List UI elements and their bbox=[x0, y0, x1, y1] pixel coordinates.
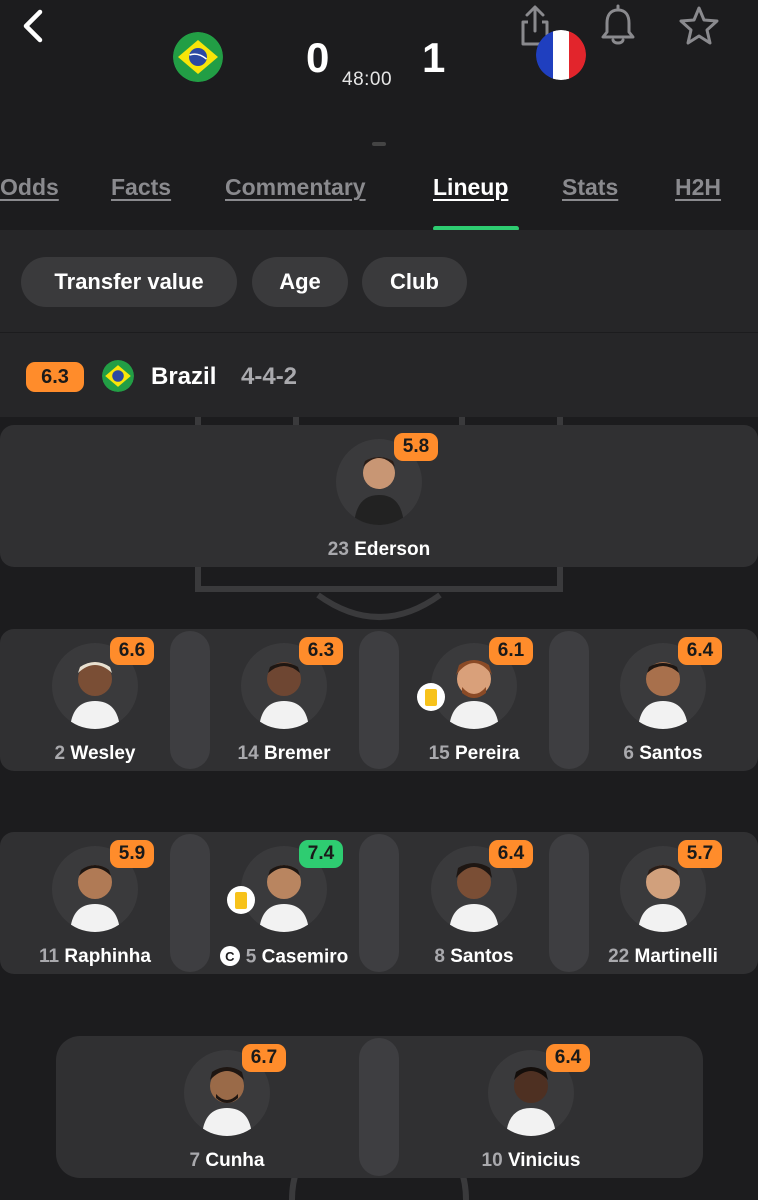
player-ederson[interactable]: 5.8 23 Ederson bbox=[284, 433, 474, 579]
player-name-label: 10 Vinicius bbox=[436, 1150, 626, 1172]
player-name: Martinelli bbox=[634, 946, 718, 967]
filter-transfer-value[interactable]: Transfer value bbox=[21, 257, 237, 307]
team-name: Brazil bbox=[151, 363, 217, 390]
team-header: 6.3 Brazil 4-4-2 bbox=[0, 333, 758, 417]
home-team-flag[interactable] bbox=[173, 32, 223, 82]
player-number: 14 bbox=[237, 743, 259, 764]
player-number: 6 bbox=[623, 743, 634, 764]
player-name-label: 14 Bremer bbox=[189, 743, 379, 765]
france-flag-icon bbox=[536, 30, 586, 80]
lineup-pitch: 5.8 23 Ederson 6.6 2 Wesley 6.3 14 Breme… bbox=[0, 417, 758, 1200]
back-button[interactable] bbox=[14, 6, 54, 46]
player-name: Casemiro bbox=[261, 946, 349, 968]
player-number: 7 bbox=[189, 1150, 201, 1171]
tab-odds[interactable]: Odds bbox=[0, 174, 59, 201]
captain-icon: C bbox=[219, 946, 240, 966]
player-number: 8 bbox=[434, 946, 445, 967]
player-name-label: 23 Ederson bbox=[284, 539, 474, 561]
tab-stats[interactable]: Stats bbox=[562, 174, 618, 201]
player-rating-badge: 6.4 bbox=[678, 637, 722, 665]
player-cunha[interactable]: 6.7 7 Cunha bbox=[132, 1044, 322, 1190]
player-santos-midfielder[interactable]: 6.4 8 Santos bbox=[379, 840, 569, 986]
yellow-card-icon bbox=[417, 683, 445, 711]
player-rating-badge: 6.6 bbox=[110, 637, 154, 665]
player-rating-badge: 6.4 bbox=[546, 1044, 590, 1072]
team-flag bbox=[102, 360, 134, 392]
player-number: 15 bbox=[428, 743, 450, 764]
player-number: 11 bbox=[39, 946, 60, 967]
player-wesley[interactable]: 6.6 2 Wesley bbox=[0, 637, 190, 783]
brazil-flag-icon bbox=[102, 360, 134, 392]
brazil-flag-icon bbox=[173, 32, 223, 82]
player-rating-badge: 5.7 bbox=[678, 840, 722, 868]
tab-lineup[interactable]: Lineup bbox=[433, 174, 508, 201]
player-name-label: 2 Wesley bbox=[0, 743, 190, 765]
player-pereira[interactable]: 6.1 15 Pereira bbox=[379, 637, 569, 783]
player-rating-badge: 6.7 bbox=[242, 1044, 286, 1072]
tab-commentary[interactable]: Commentary bbox=[225, 174, 366, 201]
lineup-filters: Transfer value Age Club bbox=[0, 230, 758, 332]
star-icon bbox=[679, 6, 719, 45]
player-santos-defender[interactable]: 6.4 6 Santos bbox=[568, 637, 758, 783]
filter-age[interactable]: Age bbox=[252, 257, 348, 307]
team-formation: 4-4-2 bbox=[241, 363, 298, 390]
away-team-flag[interactable] bbox=[536, 30, 586, 80]
player-rating-badge: 5.9 bbox=[110, 840, 154, 868]
team-rating-badge: 6.3 bbox=[26, 362, 84, 392]
player-rating-badge: 6.1 bbox=[489, 637, 533, 665]
match-tabs: Odds Facts Commentary Lineup Stats H2H bbox=[0, 150, 758, 231]
player-name-label: C5 Casemiro bbox=[189, 946, 379, 969]
yellow-card-icon bbox=[227, 886, 255, 914]
bell-icon bbox=[601, 4, 635, 45]
player-number: 5 bbox=[245, 946, 257, 968]
header-handle bbox=[372, 142, 386, 146]
away-score: 1 bbox=[422, 34, 446, 81]
player-casemiro[interactable]: 7.4 C5 Casemiro bbox=[189, 840, 379, 986]
player-name: Ederson bbox=[354, 539, 431, 560]
player-name: Cunha bbox=[205, 1150, 265, 1171]
player-rating-badge: 6.3 bbox=[299, 637, 343, 665]
player-name: Raphinha bbox=[64, 946, 151, 967]
player-rating-badge: 7.4 bbox=[299, 840, 343, 868]
player-number: 22 bbox=[608, 946, 630, 967]
player-martinelli[interactable]: 5.7 22 Martinelli bbox=[568, 840, 758, 986]
player-name: Santos bbox=[639, 743, 703, 764]
player-vinicius[interactable]: 6.4 10 Vinicius bbox=[436, 1044, 626, 1190]
player-bremer[interactable]: 6.3 14 Bremer bbox=[189, 637, 379, 783]
tab-h2h[interactable]: H2H bbox=[675, 174, 721, 201]
player-number: 10 bbox=[481, 1150, 503, 1171]
player-number: 2 bbox=[54, 743, 66, 764]
notifications-button[interactable] bbox=[596, 4, 640, 48]
player-name-label: 7 Cunha bbox=[132, 1150, 322, 1172]
match-header: 0 48:00 1 bbox=[0, 0, 758, 140]
player-name: Bremer bbox=[263, 743, 331, 764]
row-divider bbox=[359, 1038, 399, 1176]
player-name-label: 8 Santos bbox=[379, 946, 569, 968]
player-rating-badge: 6.4 bbox=[489, 840, 533, 868]
filter-club[interactable]: Club bbox=[362, 257, 467, 307]
home-score: 0 bbox=[306, 34, 330, 81]
match-clock: 48:00 bbox=[342, 69, 393, 90]
player-name: Santos bbox=[450, 946, 514, 967]
player-name: Vinicius bbox=[507, 1150, 581, 1171]
player-name-label: 6 Santos bbox=[568, 743, 758, 765]
player-number: 23 bbox=[327, 539, 349, 560]
chevron-left-icon bbox=[23, 9, 43, 43]
player-name: Wesley bbox=[70, 743, 136, 764]
player-name-label: 11 Raphinha bbox=[0, 946, 190, 968]
tab-facts[interactable]: Facts bbox=[111, 174, 171, 201]
player-name-label: 15 Pereira bbox=[379, 743, 569, 765]
player-name-label: 22 Martinelli bbox=[568, 946, 758, 968]
favorite-button[interactable] bbox=[677, 4, 721, 48]
player-raphinha[interactable]: 5.9 11 Raphinha bbox=[0, 840, 190, 986]
player-name: Pereira bbox=[454, 743, 520, 764]
player-rating-badge: 5.8 bbox=[394, 433, 438, 461]
